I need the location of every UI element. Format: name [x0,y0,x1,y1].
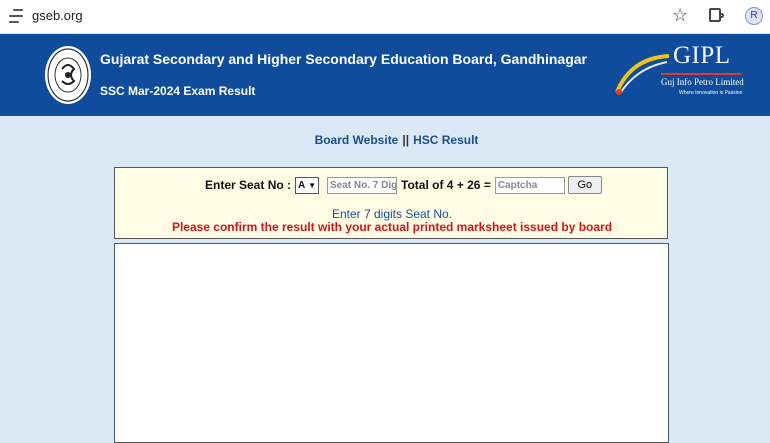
gipl-underline [661,73,741,75]
captcha-question: Total of 4 + 26 = [401,178,491,192]
seat-hint: Enter 7 digits Seat No. [331,207,453,221]
go-button[interactable]: Go [567,176,602,194]
profile-avatar[interactable]: R [745,7,763,25]
form-row: Enter Seat No : A ▼ Seat No. 7 Digit Tot… [205,176,602,194]
extensions-icon[interactable] [709,8,724,22]
address-bar[interactable]: gseb.org [32,8,83,23]
link-separator: || [402,133,410,147]
gipl-logo: GIPL Guj Info Petro Limited Where Innova… [613,42,744,102]
seat-series-select[interactable]: A ▼ [295,176,320,194]
chevron-down-icon: ▼ [308,180,317,190]
board-emblem-icon [45,46,91,104]
captcha-input[interactable]: Captcha [494,176,565,194]
site-header: Gujarat Secondary and Higher Secondary E… [0,34,770,116]
gipl-tagline: Where Innovation is Passion [679,90,743,96]
seat-series-value: A [298,179,306,191]
board-title: Gujarat Secondary and Higher Secondary E… [100,51,587,67]
star-icon[interactable]: ☆ [672,5,688,26]
site-info-icon[interactable] [9,9,23,23]
hsc-result-link[interactable]: HSC Result [413,133,478,147]
gipl-logo-text: GIPL [673,42,731,69]
exam-title: SSC Mar-2024 Exam Result [100,84,256,98]
result-search-form: Enter Seat No : A ▼ Seat No. 7 Digit Tot… [114,167,668,239]
browser-toolbar: gseb.org ☆ R [0,0,770,34]
result-display-area [114,243,669,443]
board-website-link[interactable]: Board Website [315,133,399,147]
seat-label: Enter Seat No : [205,178,292,192]
top-links: Board Website || HSC Result [0,133,770,147]
marksheet-warning: Please confirm the result with your actu… [171,220,613,234]
gipl-name: Guj Info Petro Limited [661,77,744,87]
seat-number-input[interactable]: Seat No. 7 Digit [327,176,398,194]
